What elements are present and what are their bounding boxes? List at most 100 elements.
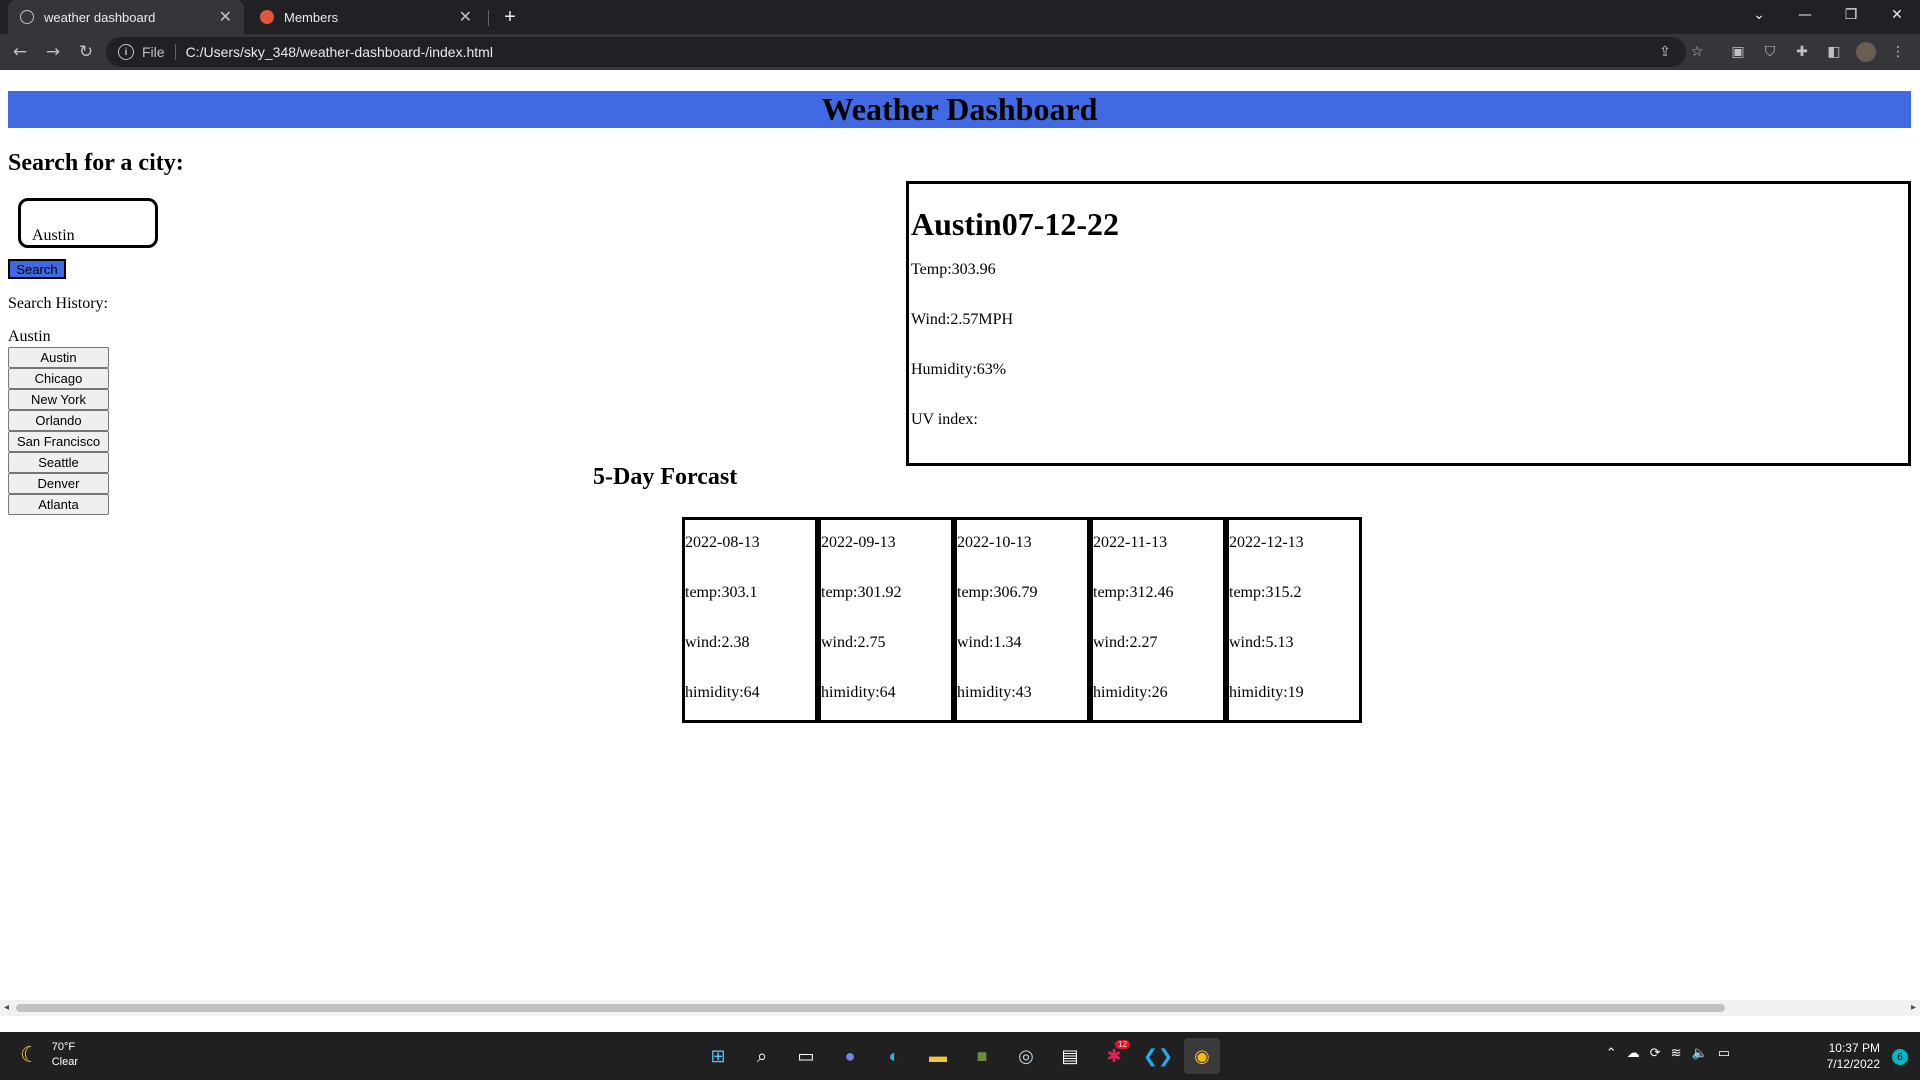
reload-icon[interactable]: ↻ <box>74 40 98 64</box>
address-bar[interactable]: i File C:/Users/sky_348/weather-dashboar… <box>106 37 1686 67</box>
current-uv-index: UV index: <box>911 411 978 428</box>
close-icon[interactable]: ✕ <box>219 7 232 27</box>
moon-icon: ☾ <box>20 1042 40 1067</box>
search-history-current: Austin <box>8 328 51 345</box>
current-city-date: Austin07-12-22 <box>911 206 1120 242</box>
shield-icon[interactable]: ⛉ <box>1760 42 1780 62</box>
weather-desc: Clear <box>51 1056 79 1068</box>
scroll-right-icon[interactable]: ▸ <box>1911 1002 1916 1013</box>
search-button[interactable]: Search <box>8 259 66 279</box>
current-weather-card: Austin07-12-22 Temp:303.96 Wind:2.57MPH … <box>906 181 1911 466</box>
info-icon[interactable]: i <box>118 44 134 60</box>
weather-widget[interactable]: ☾ 70°F Clear <box>20 1040 78 1070</box>
browser-toolbar: ← → ↻ i File C:/Users/sky_348/weather-da… <box>0 34 1920 70</box>
back-icon[interactable]: ← <box>8 40 32 64</box>
current-temp: Temp:303.96 <box>911 261 996 278</box>
forecast-wind: wind:2.27 <box>1093 634 1158 651</box>
windows-start-icon[interactable]: ⊞ <box>700 1038 736 1074</box>
bookmark-star-icon[interactable]: ☆ <box>1687 42 1707 62</box>
tab-title: weather dashboard <box>44 9 156 25</box>
tab-title: Members <box>284 9 339 25</box>
notification-count[interactable]: 6 <box>1892 1049 1908 1065</box>
search-history-list: Austin Chicago New York Orlando San Fran… <box>8 347 109 515</box>
current-humidity: Humidity:63% <box>911 361 1007 378</box>
scroll-left-icon[interactable]: ◂ <box>4 1002 9 1013</box>
battery-icon[interactable]: ▭ <box>1718 1046 1730 1061</box>
search-history-label: Search History: <box>8 295 108 312</box>
forecast-wind: wind:1.34 <box>957 634 1022 651</box>
close-icon[interactable]: ✕ <box>459 7 472 27</box>
tab-search-icon[interactable]: ⌄ <box>1736 0 1782 30</box>
history-button-orlando[interactable]: Orlando <box>8 410 109 431</box>
profile-avatar[interactable] <box>1856 42 1876 62</box>
history-button-denver[interactable]: Denver <box>8 473 109 494</box>
file-explorer-icon[interactable]: ▬ <box>920 1038 956 1074</box>
wifi-icon[interactable]: ≋ <box>1671 1046 1682 1061</box>
minecraft-icon[interactable]: ■ <box>964 1038 1000 1074</box>
restore-button[interactable]: ❐ <box>1828 0 1874 30</box>
page-header: Weather Dashboard <box>8 91 1911 128</box>
forecast-card: 2022-11-13 temp:312.46 wind:2.27 himidit… <box>1090 517 1226 723</box>
history-button-seattle[interactable]: Seattle <box>8 452 109 473</box>
weather-temp: 70°F <box>51 1041 76 1053</box>
edge-icon[interactable]: ◐ <box>876 1038 912 1074</box>
forecast-humidity: himidity:64 <box>821 684 896 701</box>
taskbar: ☾ 70°F Clear ⊞ ⌕ ▭ ● ◐ ▬ ■ ◎ ▤ ✱ 12 ❮❯ ◉ … <box>0 1032 1920 1080</box>
vscode-icon[interactable]: ❮❯ <box>1140 1038 1176 1074</box>
side-panel-icon[interactable]: ◧ <box>1824 42 1844 62</box>
url-scheme: File <box>142 44 165 60</box>
steam-icon[interactable]: ◎ <box>1008 1038 1044 1074</box>
clock[interactable]: 10:37 PM 7/12/2022 <box>1827 1040 1880 1072</box>
cloud-icon[interactable]: ☁ <box>1627 1046 1640 1061</box>
forecast-wind: wind:2.38 <box>685 634 750 651</box>
forecast-date: 2022-12-13 <box>1229 534 1304 551</box>
task-view-icon[interactable]: ▭ <box>788 1038 824 1074</box>
forecast-heading: 5-Day Forcast <box>593 464 738 490</box>
search-icon[interactable]: ⌕ <box>744 1038 780 1074</box>
tab-weather-dashboard[interactable]: weather dashboard ✕ <box>8 0 244 34</box>
window-close-button[interactable]: ✕ <box>1874 0 1920 30</box>
forecast-date: 2022-08-13 <box>685 534 760 551</box>
extension-icon[interactable]: ▣ <box>1728 42 1748 62</box>
minimize-button[interactable]: — <box>1782 0 1828 30</box>
menu-icon[interactable]: ⋮ <box>1888 42 1908 62</box>
forecast-humidity: himidity:26 <box>1093 684 1168 701</box>
forecast-temp: temp:301.92 <box>821 584 902 601</box>
forecast-humidity: himidity:19 <box>1229 684 1304 701</box>
history-button-austin[interactable]: Austin <box>8 347 109 368</box>
forecast-temp: temp:312.46 <box>1093 584 1174 601</box>
puzzle-icon[interactable]: ✚ <box>1792 42 1812 62</box>
url-text[interactable]: C:/Users/sky_348/weather-dashboard-/inde… <box>186 44 493 60</box>
new-tab-button[interactable]: + <box>496 0 524 34</box>
forecast-card: 2022-12-13 temp:315.2 wind:5.13 himidity… <box>1226 517 1362 723</box>
globe-icon <box>20 10 34 24</box>
chrome-icon[interactable]: ◉ <box>1184 1038 1220 1074</box>
horizontal-scrollbar[interactable]: ◂ ▸ <box>0 1000 1920 1016</box>
chevron-up-icon[interactable]: ⌃ <box>1606 1046 1617 1061</box>
forecast-temp: temp:315.2 <box>1229 584 1302 601</box>
browser-tab-strip: weather dashboard ✕ Members ✕ + ⌄ — ❐ ✕ <box>0 0 1920 34</box>
tab-members[interactable]: Members ✕ <box>248 0 484 34</box>
current-wind: Wind:2.57MPH <box>911 311 1014 328</box>
forward-icon[interactable]: → <box>41 40 65 64</box>
notification-badge: 12 <box>1115 1040 1130 1049</box>
history-button-new-york[interactable]: New York <box>8 389 109 410</box>
forecast-card: 2022-08-13 temp:303.1 wind:2.38 himidity… <box>682 517 818 723</box>
history-button-chicago[interactable]: Chicago <box>8 368 109 389</box>
history-button-atlanta[interactable]: Atlanta <box>8 494 109 515</box>
forecast-date: 2022-09-13 <box>821 534 896 551</box>
forecast-card: 2022-10-13 temp:306.79 wind:1.34 himidit… <box>954 517 1090 723</box>
sync-icon[interactable]: ⟳ <box>1650 1046 1661 1061</box>
terminal-icon[interactable]: ▤ <box>1052 1038 1088 1074</box>
page-title: Weather Dashboard <box>821 91 1098 127</box>
share-icon[interactable]: ⇪ <box>1655 42 1675 62</box>
history-button-san-francisco[interactable]: San Francisco <box>8 431 109 452</box>
forecast-card: 2022-09-13 temp:301.92 wind:2.75 himidit… <box>818 517 954 723</box>
volume-icon[interactable]: 🔈 <box>1692 1046 1708 1061</box>
system-tray: ⌃ ☁ ⟳ ≋ 🔈 ▭ <box>1596 1046 1730 1061</box>
city-search-input[interactable] <box>18 198 158 248</box>
scrollbar-thumb[interactable] <box>16 1004 1725 1012</box>
clock-date: 7/12/2022 <box>1826 1057 1880 1071</box>
slack-icon[interactable]: ✱ 12 <box>1096 1038 1132 1074</box>
chat-icon[interactable]: ● <box>832 1038 868 1074</box>
